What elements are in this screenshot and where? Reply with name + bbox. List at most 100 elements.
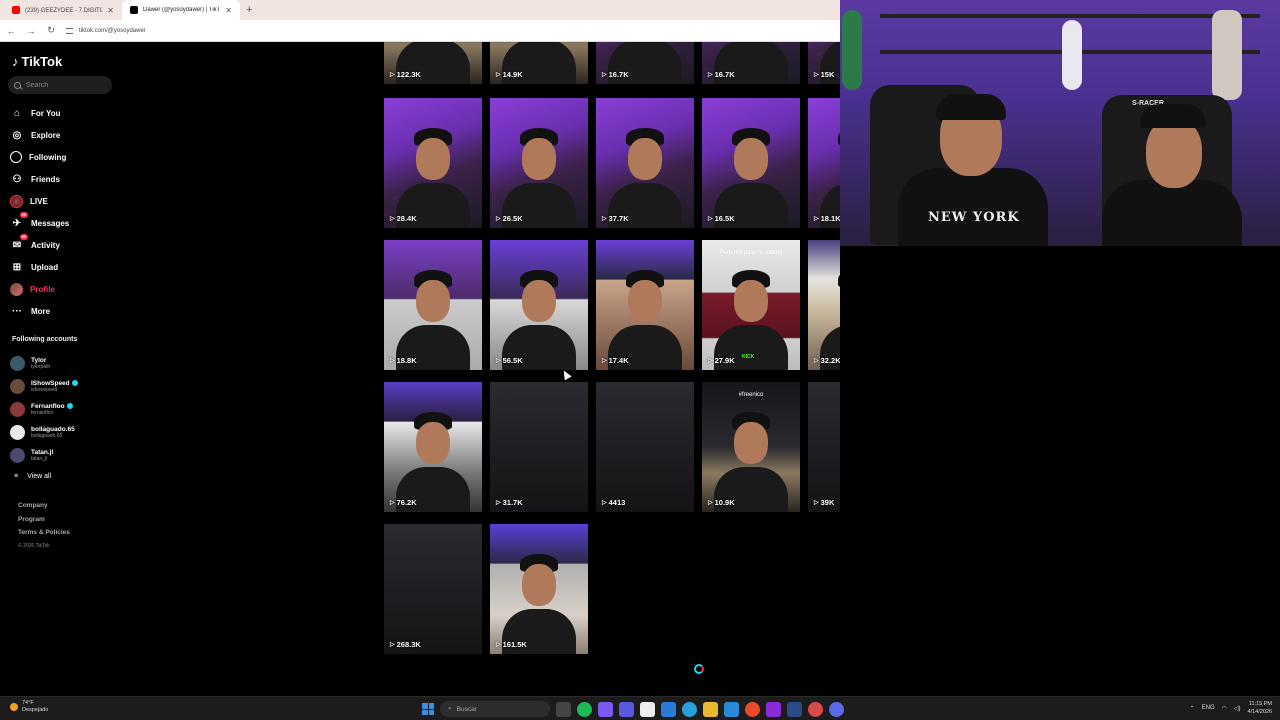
forward-icon[interactable]: →: [26, 26, 36, 36]
profile-icon: [10, 282, 23, 296]
search-icon: ⌕: [448, 705, 452, 712]
search-input[interactable]: [26, 81, 106, 89]
tab-title: Dawer (@yosoydawer) | TikTok: [143, 7, 221, 13]
windows-start-icon[interactable]: [422, 703, 434, 715]
url-field[interactable]: tiktok.com/@yosoydawer: [66, 27, 146, 34]
view-count-value: 26.5K: [502, 214, 523, 223]
mail-icon[interactable]: [661, 701, 676, 717]
shelf: [880, 14, 1260, 18]
video-tile[interactable]: ▷ 18.8K: [384, 240, 482, 370]
account-item[interactable]: Tylor tylerpath: [10, 352, 120, 375]
reload-icon[interactable]: ↻: [46, 25, 56, 36]
edge-icon[interactable]: [682, 701, 697, 717]
home-icon: ⌂: [13, 107, 21, 119]
search-box[interactable]: [8, 76, 112, 94]
store-icon[interactable]: [640, 701, 655, 717]
nav-profile[interactable]: Profile: [10, 278, 120, 300]
view-count-value: 10.9K: [714, 498, 735, 507]
nav-following[interactable]: Following: [10, 146, 120, 168]
time: 11:15 PM: [1248, 701, 1272, 707]
nav-label: For You: [31, 108, 61, 118]
play-icon: ▷: [708, 358, 713, 364]
taskbar-search[interactable]: ⌕ Buscar: [440, 701, 550, 717]
video-tile[interactable]: ▷ 268.3K: [384, 524, 482, 654]
app-icon[interactable]: [724, 701, 739, 717]
close-tab-icon[interactable]: ✕: [107, 6, 114, 15]
video-tile[interactable]: ▷ 18.1K: [808, 98, 840, 228]
site-info-icon[interactable]: [66, 27, 73, 34]
weather-widget[interactable]: 74°F Despejado: [10, 700, 48, 714]
teams-icon[interactable]: [619, 701, 634, 717]
nav-friends[interactable]: ⚇ Friends: [10, 168, 120, 190]
chrome-icon[interactable]: [745, 701, 760, 717]
video-tile[interactable]: ▷ 16.5K: [702, 98, 800, 228]
video-tile[interactable]: ▷ 122.3K: [384, 42, 482, 84]
task-view-icon[interactable]: [556, 701, 571, 717]
nav-label: Profile: [30, 284, 55, 294]
new-tab-button[interactable]: +: [240, 4, 258, 16]
wifi-icon[interactable]: ◠: [1222, 705, 1227, 712]
view-count-value: 15K: [820, 70, 835, 79]
app-icon[interactable]: [808, 701, 823, 717]
video-tile[interactable]: ▷ 15K: [808, 42, 840, 84]
clock[interactable]: 11:15 PM 4/14/2026: [1248, 700, 1272, 716]
obs-icon[interactable]: [766, 701, 781, 717]
steam-icon[interactable]: [787, 701, 802, 717]
messages-badge: 99: [19, 212, 28, 218]
file-explorer-icon[interactable]: [703, 701, 718, 717]
close-tab-icon[interactable]: ✕: [225, 6, 232, 15]
video-tile[interactable]: ▷ 26.5K: [490, 98, 588, 228]
video-tile[interactable]: ▷ 4413: [596, 382, 694, 512]
chevron-up-icon[interactable]: ⌃: [1190, 705, 1195, 712]
video-tile[interactable]: ▷ 16.7K: [702, 42, 800, 84]
video-tile[interactable]: ▷ 14.9K: [490, 42, 588, 84]
video-tile[interactable]: ▷ 161.5K: [490, 524, 588, 654]
account-item[interactable]: bollaguado.65 bollaguado.65: [10, 421, 120, 444]
nav-for-you[interactable]: ⌂ For You: [10, 102, 120, 124]
nav-upload[interactable]: ⊞ Upload: [10, 256, 120, 278]
account-item[interactable]: Fernanfloo fernanfloo: [10, 398, 120, 421]
account-item[interactable]: Tatan.jl tatan_jl: [10, 444, 120, 467]
nav-activity[interactable]: ✉ 99 Activity: [10, 234, 120, 256]
tiktok-logo[interactable]: ♪ TikTok: [12, 54, 62, 69]
video-tile[interactable]: ▷ 76.2K: [384, 382, 482, 512]
video-tile[interactable]: ▷ 17.4K: [596, 240, 694, 370]
video-tile[interactable]: ▷ 32.2K: [808, 240, 840, 370]
video-tile[interactable]: ▷ 16.7K: [596, 42, 694, 84]
video-tile[interactable]: ▷ 37.7K: [596, 98, 694, 228]
video-tile[interactable]: ▷ 56.5K: [490, 240, 588, 370]
taskbar-search-placeholder: Buscar: [456, 705, 477, 713]
discord-icon[interactable]: [829, 701, 844, 717]
play-icon: ▷: [602, 72, 607, 78]
footer-link-company[interactable]: Company: [18, 502, 70, 516]
lang-indicator[interactable]: ENG: [1202, 705, 1215, 711]
nav-live[interactable]: LIVE: [10, 190, 120, 212]
app-icon[interactable]: [598, 701, 613, 717]
nav-explore[interactable]: ◎ Explore: [10, 124, 120, 146]
taskbar-apps: ⌕ Buscar: [422, 699, 844, 719]
nav-messages[interactable]: ✈ 99 Messages: [10, 212, 120, 234]
volume-icon[interactable]: ◁): [1234, 705, 1241, 712]
browser-tab-tiktok[interactable]: Dawer (@yosoydawer) | TikTok ✕: [122, 0, 240, 20]
play-icon: ▷: [496, 642, 501, 648]
nav-more[interactable]: ··· More: [10, 300, 120, 322]
nav-label: Following: [29, 152, 67, 162]
video-tile[interactable]: #freenico ▷ 10.9K: [702, 382, 800, 512]
view-all-button[interactable]: ≡ View all: [10, 467, 120, 485]
video-tile[interactable]: ▷ 28.4K: [384, 98, 482, 228]
thumbnail-figure: [522, 280, 556, 322]
footer-link-terms[interactable]: Terms & Policies: [18, 529, 70, 543]
spotify-icon[interactable]: [577, 701, 592, 717]
back-icon[interactable]: ←: [6, 26, 16, 36]
view-count: ▷ 39K: [814, 498, 834, 507]
account-name: IShowSpeed: [31, 379, 70, 387]
video-tile[interactable]: Pero me paso lo mismo KICK ▷ 27.9K: [702, 240, 800, 370]
video-tile[interactable]: ▷ 31.7K: [490, 382, 588, 512]
browser-tab-youtube[interactable]: (239) GEEZYDEE - 7 DIGITOS 💸 ✕: [4, 0, 122, 20]
live-icon: [10, 194, 23, 208]
footer-link-program[interactable]: Program: [18, 516, 70, 530]
play-icon: ▷: [496, 216, 501, 222]
view-count: ▷ 37.7K: [602, 214, 629, 223]
video-tile[interactable]: ▷ 39K: [808, 382, 840, 512]
account-item[interactable]: IShowSpeed ishowspeed: [10, 375, 120, 398]
